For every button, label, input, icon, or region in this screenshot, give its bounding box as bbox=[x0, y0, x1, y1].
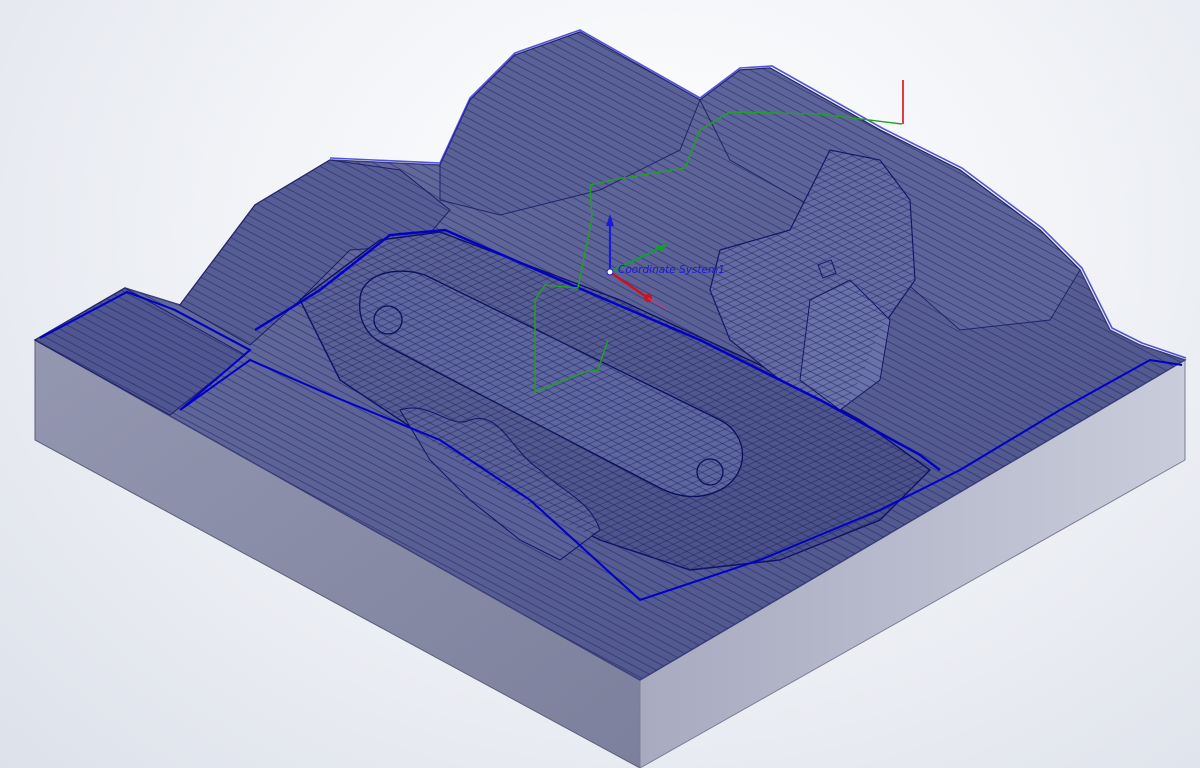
machined-surface bbox=[33, 29, 1187, 681]
graphics-viewport[interactable]: Coordinate System1 bbox=[0, 0, 1200, 768]
coordinate-system-label[interactable]: Coordinate System1 bbox=[618, 264, 725, 276]
triad-origin bbox=[606, 268, 614, 276]
part-model-view[interactable]: Coordinate System1 bbox=[0, 0, 1200, 768]
